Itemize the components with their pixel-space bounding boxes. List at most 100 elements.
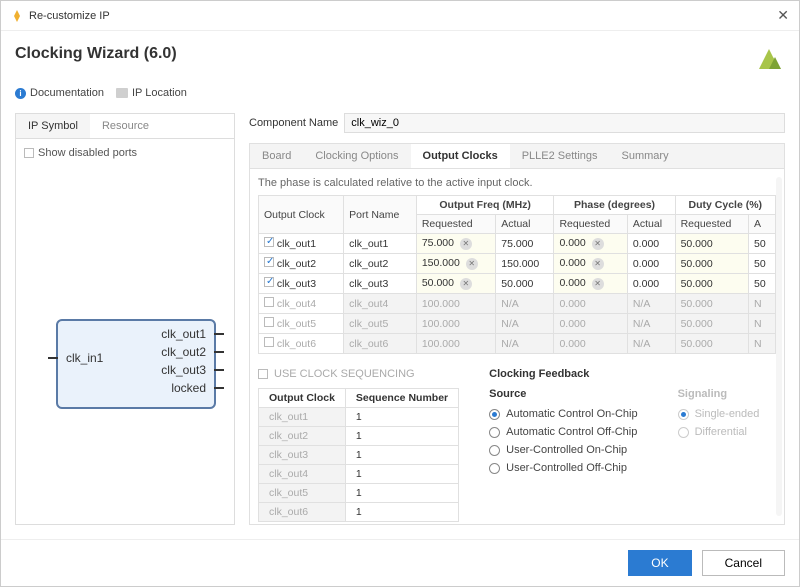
- cell-phase-act: N/A: [627, 334, 675, 354]
- table-row: clk_out51: [259, 484, 459, 503]
- seq-cell-name: clk_out6: [259, 503, 346, 522]
- cell-port[interactable]: clk_out5: [344, 314, 417, 334]
- table-row: clk_out31: [259, 446, 459, 465]
- clear-icon[interactable]: ✕: [460, 278, 472, 290]
- cell-enable[interactable]: ✓ clk_out2: [259, 254, 344, 274]
- page-title: Clocking Wizard (6.0): [15, 45, 177, 63]
- seq-cell-num[interactable]: 1: [345, 408, 458, 427]
- cell-phase-req[interactable]: 0.000 ✕: [554, 274, 627, 294]
- cell-freq-req[interactable]: 50.000 ✕: [416, 274, 495, 294]
- cancel-button[interactable]: Cancel: [702, 550, 785, 576]
- port-line-out2: [214, 351, 224, 353]
- radio-auto-off-chip[interactable]: Automatic Control Off-Chip: [489, 426, 637, 438]
- cell-freq-req[interactable]: 100.000: [416, 314, 495, 334]
- cell-freq-act: 75.000: [496, 234, 554, 254]
- seq-cell-num[interactable]: 1: [345, 465, 458, 484]
- preview-pane: IP Symbol Resource Show disabled ports c…: [15, 113, 235, 525]
- col-phase-act: Actual: [627, 215, 675, 234]
- cell-phase-act: 0.000: [627, 254, 675, 274]
- tab-resource[interactable]: Resource: [90, 114, 161, 138]
- component-name-input[interactable]: [344, 113, 785, 133]
- col-duty-group: Duty Cycle (%): [675, 196, 775, 215]
- cell-freq-act: N/A: [496, 334, 554, 354]
- cell-duty-req[interactable]: 50.000: [675, 274, 748, 294]
- app-icon: [11, 10, 23, 22]
- cell-phase-req[interactable]: 0.000: [554, 314, 627, 334]
- radio-user-off-chip[interactable]: User-Controlled Off-Chip: [489, 462, 637, 474]
- ip-symbol-block: clk_in1 clk_out1 clk_out2 clk_out3 locke…: [56, 319, 216, 409]
- cell-duty-act: N: [749, 294, 776, 314]
- clear-icon[interactable]: ✕: [460, 238, 472, 250]
- cell-phase-req[interactable]: 0.000: [554, 294, 627, 314]
- cell-enable[interactable]: clk_out5: [259, 314, 344, 334]
- radio-auto-on-chip[interactable]: Automatic Control On-Chip: [489, 408, 637, 420]
- cell-duty-req[interactable]: 50.000: [675, 254, 748, 274]
- cell-enable[interactable]: ✓ clk_out3: [259, 274, 344, 294]
- clear-icon[interactable]: ✕: [592, 278, 604, 290]
- port-label-locked: locked: [171, 381, 206, 395]
- cell-enable[interactable]: clk_out4: [259, 294, 344, 314]
- tab-output-clocks[interactable]: Output Clocks: [411, 143, 510, 168]
- radio-user-on-chip[interactable]: User-Controlled On-Chip: [489, 444, 637, 456]
- table-row: clk_out61: [259, 503, 459, 522]
- cell-port[interactable]: clk_out2: [344, 254, 417, 274]
- cell-duty-act: N: [749, 334, 776, 354]
- cell-port[interactable]: clk_out1: [344, 234, 417, 254]
- table-row: ✓ clk_out3clk_out350.000 ✕50.0000.000 ✕0…: [259, 274, 776, 294]
- cell-freq-act: N/A: [496, 314, 554, 334]
- cell-duty-req[interactable]: 50.000: [675, 234, 748, 254]
- seq-cell-num[interactable]: 1: [345, 427, 458, 446]
- cell-enable[interactable]: ✓ clk_out1: [259, 234, 344, 254]
- close-icon[interactable]: ✕: [777, 7, 789, 24]
- cell-port[interactable]: clk_out4: [344, 294, 417, 314]
- seq-cell-num[interactable]: 1: [345, 484, 458, 503]
- clear-icon[interactable]: ✕: [592, 258, 604, 270]
- seq-col-number: Sequence Number: [345, 389, 458, 408]
- col-phase-req: Requested: [554, 215, 627, 234]
- cell-freq-act: 50.000: [496, 274, 554, 294]
- tab-plle2-settings[interactable]: PLLE2 Settings: [510, 144, 610, 168]
- seq-cell-num[interactable]: 1: [345, 503, 458, 522]
- cell-enable[interactable]: clk_out6: [259, 334, 344, 354]
- tab-ip-symbol[interactable]: IP Symbol: [16, 114, 90, 138]
- documentation-link[interactable]: iDocumentation: [15, 87, 104, 99]
- table-row: clk_out11: [259, 408, 459, 427]
- tab-summary[interactable]: Summary: [610, 144, 681, 168]
- checkbox-icon: ✓: [264, 237, 274, 247]
- cell-phase-req[interactable]: 0.000 ✕: [554, 254, 627, 274]
- ip-location-link[interactable]: IP Location: [116, 87, 187, 99]
- cell-duty-req[interactable]: 50.000: [675, 314, 748, 334]
- cell-freq-req[interactable]: 100.000: [416, 294, 495, 314]
- radio-icon: [489, 445, 500, 456]
- table-row: clk_out5clk_out5100.000N/A0.000N/A50.000…: [259, 314, 776, 334]
- clear-icon[interactable]: ✕: [466, 258, 478, 270]
- radio-differential: Differential: [678, 426, 760, 438]
- cell-port[interactable]: clk_out3: [344, 274, 417, 294]
- ok-button[interactable]: OK: [628, 550, 691, 576]
- cell-phase-req[interactable]: 0.000 ✕: [554, 234, 627, 254]
- checkbox-icon: [264, 297, 274, 307]
- tab-clocking-options[interactable]: Clocking Options: [303, 144, 410, 168]
- port-line-in: [48, 357, 58, 359]
- col-duty-req: Requested: [675, 215, 748, 234]
- cell-duty-act: 50: [749, 254, 776, 274]
- vertical-scrollbar[interactable]: [776, 177, 782, 516]
- port-label-clk-in1: clk_in1: [66, 351, 103, 365]
- seq-cell-num[interactable]: 1: [345, 446, 458, 465]
- table-row: clk_out41: [259, 465, 459, 484]
- cell-freq-req[interactable]: 75.000 ✕: [416, 234, 495, 254]
- cell-phase-req[interactable]: 0.000: [554, 334, 627, 354]
- tab-board[interactable]: Board: [250, 144, 303, 168]
- cell-freq-req[interactable]: 100.000: [416, 334, 495, 354]
- use-clock-sequencing-checkbox[interactable]: USE CLOCK SEQUENCING: [258, 368, 459, 380]
- cell-duty-req[interactable]: 50.000: [675, 294, 748, 314]
- cell-phase-act: N/A: [627, 294, 675, 314]
- seq-cell-name: clk_out4: [259, 465, 346, 484]
- show-disabled-ports-checkbox[interactable]: Show disabled ports: [24, 147, 226, 159]
- cell-duty-req[interactable]: 50.000: [675, 334, 748, 354]
- table-row: clk_out21: [259, 427, 459, 446]
- cell-duty-act: N: [749, 314, 776, 334]
- cell-port[interactable]: clk_out6: [344, 334, 417, 354]
- cell-freq-req[interactable]: 150.000 ✕: [416, 254, 495, 274]
- clear-icon[interactable]: ✕: [592, 238, 604, 250]
